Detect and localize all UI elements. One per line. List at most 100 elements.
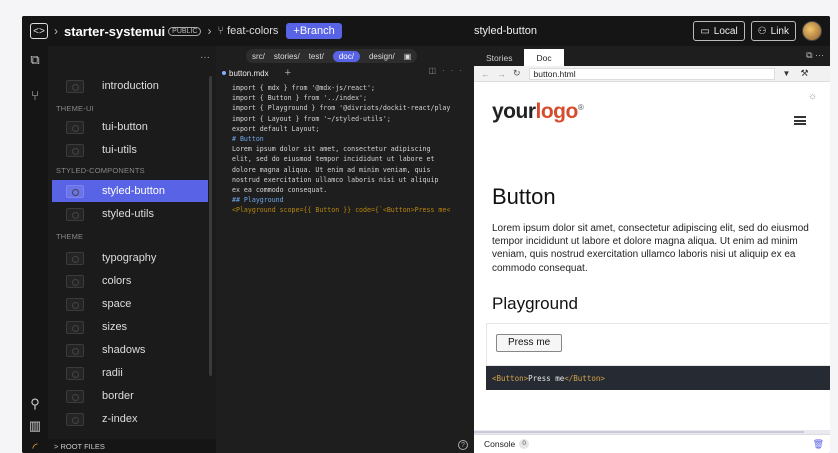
tree-item-tui-utils[interactable]: tui-utils [52,139,208,161]
local-label: Local [713,25,738,37]
tree-item-label: radii [102,367,123,379]
code-line: import { Layout } from '~/styled-utils'; [232,114,391,123]
book-icon[interactable]: ▥ [27,418,43,434]
activity-rail: ⧉ ⑂ ⚲ ▥ ◜ [22,46,48,453]
tree-item-typography[interactable]: typography [52,247,208,269]
tools-icon[interactable]: ⚒ [800,68,808,79]
tree-item-label: styled-utils [102,208,154,220]
forward-icon[interactable]: → [497,69,506,79]
tree-item-border[interactable]: border [52,385,208,407]
tree-item-z-index[interactable]: z-index [52,408,208,430]
tree-item-label: tui-utils [102,144,137,156]
tab-doc[interactable]: Doc [524,49,564,66]
add-tab-icon[interactable]: + [285,67,291,79]
code-editor: src/ stories/ test/ doc/ design/ ▣ butto… [216,46,474,453]
app-window: <> › starter-systemui PUBLIC › ⑂ feat-co… [22,16,830,453]
path-seg-src[interactable]: src/ [252,52,265,61]
files-icon[interactable]: ⧉ [27,52,43,68]
tree-item-label: typography [102,252,157,264]
rainbow-icon[interactable]: ◜ [27,440,43,453]
tab-button-mdx[interactable]: button.mdx [216,69,269,78]
tree-item-label: border [102,390,134,402]
code-line: export default Layout; [232,124,320,133]
tree-scrollbar[interactable] [209,76,212,376]
code-content[interactable]: import { mdx } from '@mdx-js/react'; impo… [232,83,472,216]
code-tag-close: </Button> [564,373,605,383]
story-thumbnail-icon [66,184,84,198]
tree-item-styled-button[interactable]: styled-button [52,180,208,202]
tree-item-colors[interactable]: colors [52,270,208,292]
git-branch-icon[interactable]: ⑂ [27,88,43,104]
tree-item-radii[interactable]: radii [52,362,208,384]
branch-name[interactable]: feat-colors [227,25,278,37]
story-thumbnail-icon [66,412,84,426]
root-files-toggle[interactable]: > ROOT FILES [48,439,216,453]
tree-item-label: colors [102,275,132,287]
user-search-icon[interactable]: ⚲ [27,396,43,412]
reload-icon[interactable]: ↻ [513,68,521,79]
local-button[interactable]: ▭ Local [693,21,745,41]
preview-pane: Stories Doc ⧉ ··· ← → ↻ button.html ▼ ⚒ … [474,46,830,453]
tree-item-label: sizes [102,321,128,333]
tab-stories[interactable]: Stories [474,49,524,66]
code-line: import { Button } from '../index'; [232,94,367,103]
press-me-button[interactable]: Press me [496,334,563,352]
code-line: nostrud exercitation ullamco laboris nis… [232,175,439,184]
tree-item-sizes[interactable]: sizes [52,316,208,338]
code-text: Press me [528,373,565,383]
tree-item-tui-button[interactable]: tui-button [52,116,208,138]
playground-heading: Playground [492,294,579,313]
more-icon[interactable]: ··· [200,52,210,63]
image-icon[interactable]: ▣ [404,52,412,61]
avatar[interactable] [802,21,822,41]
menu-icon[interactable] [794,116,806,125]
story-thumbnail-icon [66,274,84,288]
chevron-right-icon: › [207,24,212,38]
code-line: # Button [232,135,264,144]
page-title: Button [492,184,556,209]
split-more-icon[interactable]: ◫··· [428,66,468,75]
code-line: import { Playground } from '@divriots/do… [232,104,451,113]
code-line: ex ea commodo consequat. [232,186,328,195]
path-seg-stories[interactable]: stories/ [274,52,300,61]
chevron-down-icon[interactable]: ▼ [783,69,791,78]
console-count-badge: 0 [519,439,530,449]
tree-item-introduction[interactable]: introduction [52,75,208,97]
link-button[interactable]: ⚇ Link [750,21,796,41]
users-icon: ⚇ [757,25,767,37]
tab-label: button.mdx [229,68,269,78]
story-thumbnail-icon [66,343,84,357]
url-input[interactable]: button.html [528,67,775,80]
story-thumbnail-icon [66,389,84,403]
console-bar[interactable]: Console 0 🗑 [474,434,830,453]
open-external-icon[interactable]: ⧉ ··· [806,50,824,61]
playground-preview: Press me [486,323,830,366]
story-thumbnail-icon [66,297,84,311]
tree-item-space[interactable]: space [52,293,208,315]
editor-tabs: button.mdx + ◫··· [216,66,474,80]
tree-section-styled-components: STYLED-COMPONENTS [56,166,145,175]
story-thumbnail-icon [66,366,84,380]
code-line: Lorem ipsum dolor sit amet, consectetur … [232,145,431,154]
console-label: Console [484,439,516,449]
preview-tabs: Stories Doc ⧉ ··· [474,46,830,66]
file-modified-icon [222,71,226,75]
logo-registered: ® [577,103,584,112]
path-seg-design[interactable]: design/ [369,52,395,61]
repo-name[interactable]: starter-systemui [64,24,165,39]
playground-code[interactable]: <Button> Press me </Button> [486,366,830,390]
theme-toggle-icon[interactable]: ☼ [808,91,817,102]
path-seg-test[interactable]: test/ [309,52,324,61]
chevron-right-icon: › [54,24,58,38]
trash-icon[interactable]: 🗑 [813,439,824,450]
app-logo-icon[interactable]: <> [30,23,48,39]
tree-item-styled-utils[interactable]: styled-utils [52,203,208,225]
tree-item-shadows[interactable]: shadows [52,339,208,361]
help-icon[interactable]: ? [458,440,468,450]
tree-item-label: styled-button [102,185,165,197]
path-breadcrumb: src/ stories/ test/ doc/ design/ ▣ [246,49,418,63]
back-icon[interactable]: ← [481,69,490,79]
logo-text: your [492,100,536,123]
new-branch-button[interactable]: +Branch [286,23,342,39]
path-seg-doc[interactable]: doc/ [332,50,360,62]
